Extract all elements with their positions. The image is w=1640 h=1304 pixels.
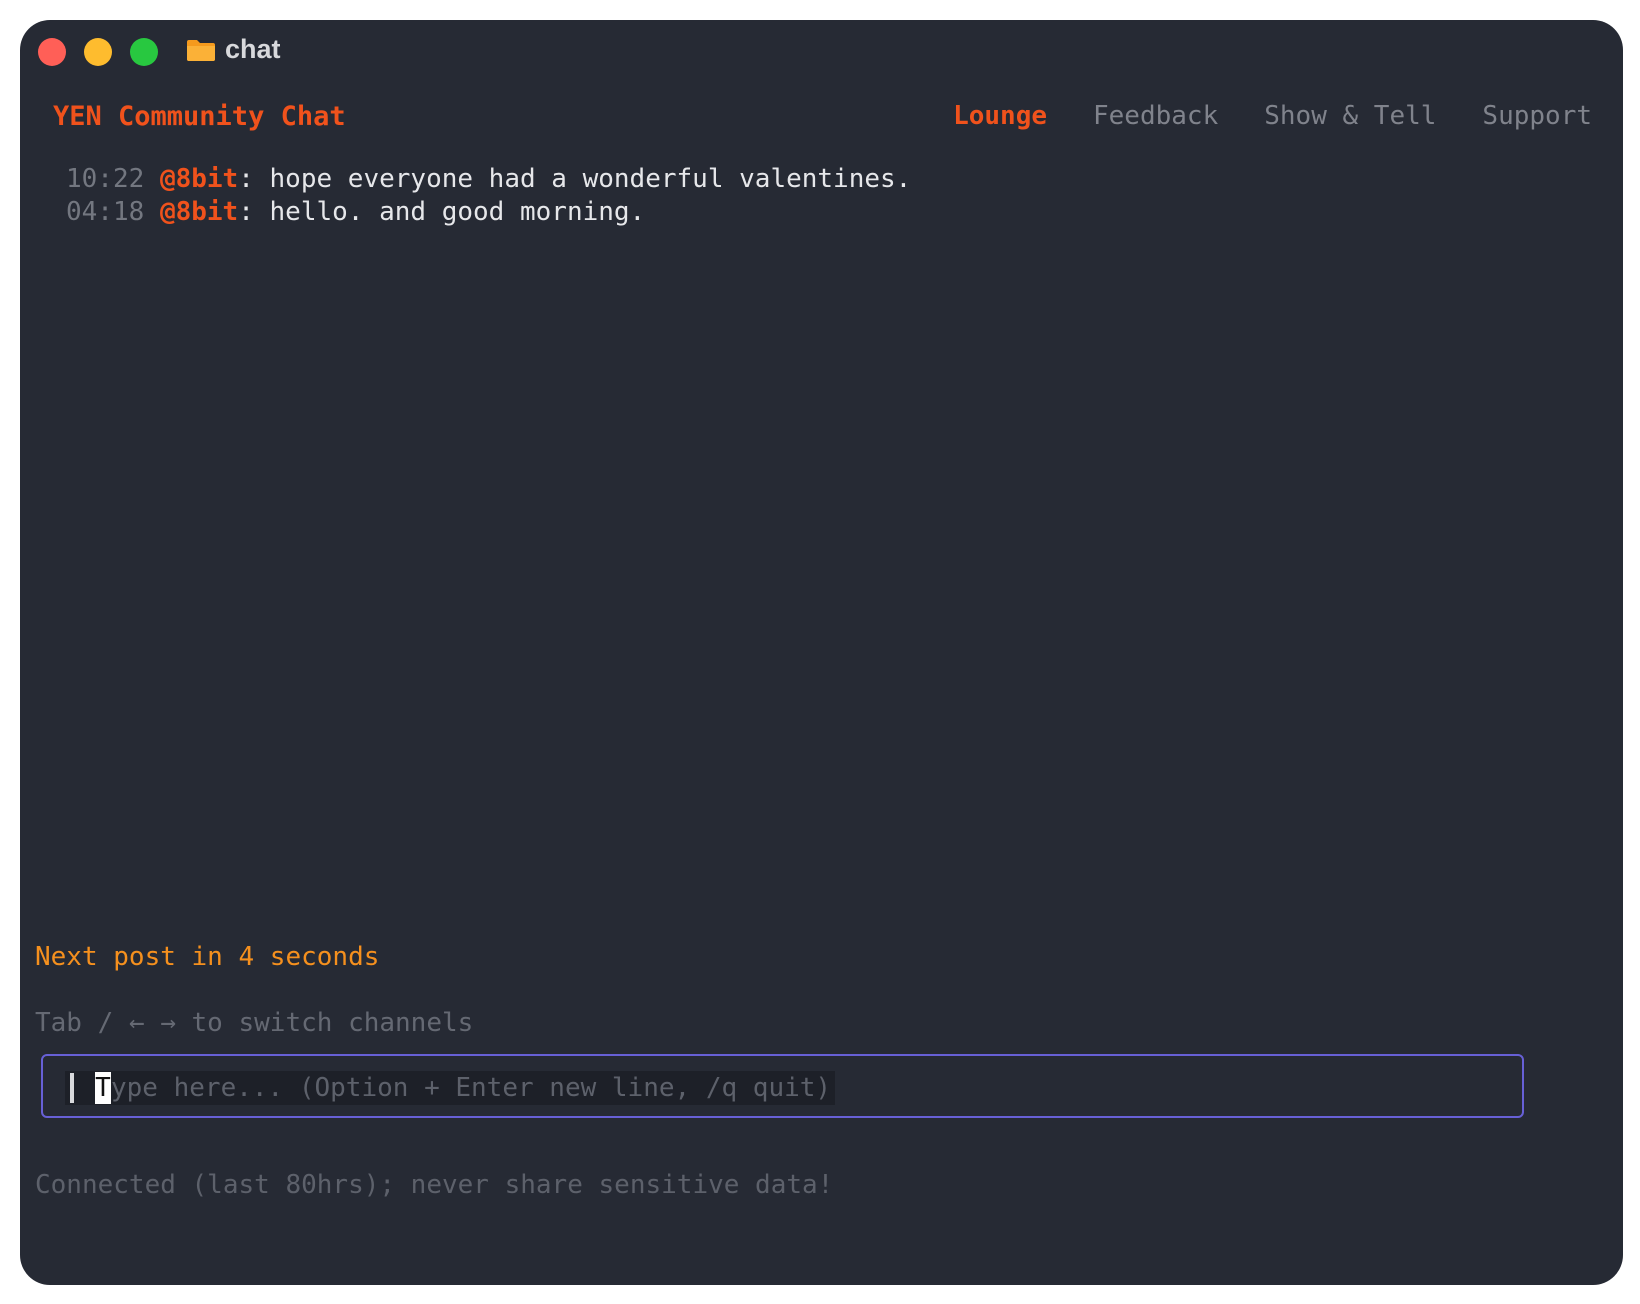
maximize-window-button[interactable] — [130, 38, 158, 66]
tab-feedback[interactable]: Feedback — [1093, 101, 1218, 131]
message-list: 10:22 @8bit: hope everyone had a wonderf… — [66, 163, 911, 229]
tab-support[interactable]: Support — [1482, 101, 1592, 131]
message-time: 04:18 — [66, 197, 145, 227]
title-bar: chat — [20, 20, 1623, 82]
tab-lounge[interactable]: Lounge — [953, 101, 1047, 131]
message-text: hope everyone had a wonderful valentines… — [269, 164, 912, 194]
message-user: @8bit — [159, 164, 239, 194]
message-user: @8bit — [159, 197, 239, 227]
message-row: 10:22 @8bit: hope everyone had a wonderf… — [66, 164, 912, 194]
next-post-countdown: Next post in 4 seconds — [35, 942, 380, 972]
folder-icon — [187, 40, 215, 61]
channel-switch-hint: Tab / ← → to switch channels — [35, 1008, 474, 1038]
message-time: 10:22 — [66, 164, 145, 194]
app-title: YEN Community Chat — [53, 101, 346, 132]
window-title: chat — [225, 34, 281, 64]
channel-tabs: Lounge Feedback Show & Tell Support — [953, 101, 1592, 131]
message-input[interactable]: Type here... (Option + Enter new line, /… — [41, 1054, 1524, 1118]
close-window-button[interactable] — [38, 38, 66, 66]
connection-status: Connected (last 80hrs); never share sens… — [35, 1170, 834, 1200]
message-row: 04:18 @8bit: hello. and good morning. — [66, 197, 646, 227]
message-text: hello. and good morning. — [269, 197, 646, 227]
text-cursor: T — [95, 1072, 111, 1104]
minimize-window-button[interactable] — [84, 38, 112, 66]
terminal-window: chat YEN Community Chat Lounge Feedback … — [20, 20, 1623, 1285]
tab-show-and-tell[interactable]: Show & Tell — [1264, 101, 1436, 131]
input-line[interactable]: Type here... (Option + Enter new line, /… — [65, 1071, 836, 1105]
input-placeholder: ype here... (Option + Enter new line, /q… — [111, 1073, 832, 1103]
input-prompt-bar — [70, 1073, 74, 1103]
